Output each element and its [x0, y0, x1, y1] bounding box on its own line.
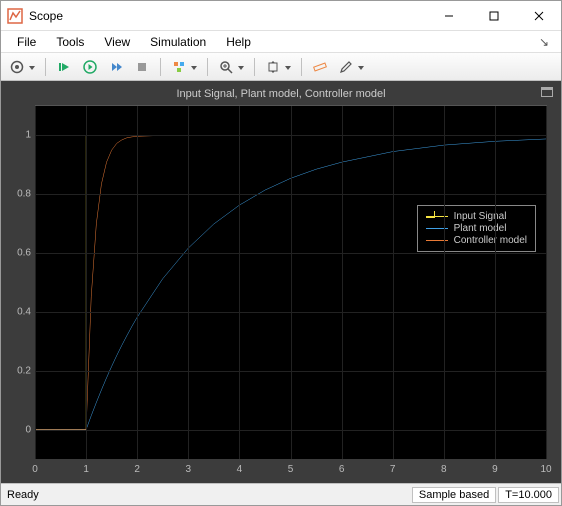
- maximize-axes-icon[interactable]: [541, 87, 553, 97]
- x-tick-label: 2: [134, 464, 140, 475]
- menu-file[interactable]: File: [7, 33, 46, 51]
- zoom-icon: [219, 60, 233, 74]
- y-tick-label: 0.6: [7, 248, 31, 259]
- x-tick-label: 10: [540, 464, 551, 475]
- stop-icon: [135, 60, 149, 74]
- play-icon: [83, 60, 97, 74]
- x-tick-label: 5: [288, 464, 294, 475]
- gear-icon: [10, 60, 24, 74]
- menu-help[interactable]: Help: [216, 33, 261, 51]
- run-button[interactable]: [78, 56, 102, 78]
- plot-area: Input Signal, Plant model, Controller mo…: [1, 81, 561, 483]
- x-tick-label: 6: [339, 464, 345, 475]
- menu-tools[interactable]: Tools: [46, 33, 94, 51]
- x-tick-label: 8: [441, 464, 447, 475]
- x-tick-label: 1: [83, 464, 89, 475]
- annotate-button[interactable]: [334, 56, 368, 78]
- x-tick-label: 4: [237, 464, 243, 475]
- step-forward-button[interactable]: [104, 56, 128, 78]
- y-tick-label: 0.8: [7, 189, 31, 200]
- legend-row: Input Signal: [426, 211, 527, 222]
- title-bar: Scope: [1, 1, 561, 31]
- autoscale-button[interactable]: [261, 56, 295, 78]
- status-time: T=10.000: [498, 487, 559, 503]
- legend-label: Controller model: [454, 235, 527, 246]
- y-tick-label: 1: [7, 130, 31, 141]
- status-text: Ready: [3, 489, 39, 501]
- autoscale-icon: [266, 60, 280, 74]
- window-title: Scope: [29, 9, 426, 23]
- toolbar: [1, 53, 561, 81]
- legend-row: Plant model: [426, 223, 527, 234]
- configure-button[interactable]: [5, 56, 39, 78]
- maximize-button[interactable]: [471, 1, 516, 30]
- menu-view[interactable]: View: [94, 33, 140, 51]
- minimize-button[interactable]: [426, 1, 471, 30]
- status-bar: Ready Sample based T=10.000: [1, 483, 561, 505]
- y-tick-label: 0: [7, 424, 31, 435]
- restart-button[interactable]: [52, 56, 76, 78]
- plot-title: Input Signal, Plant model, Controller mo…: [7, 87, 555, 103]
- step-icon: [109, 60, 123, 74]
- x-tick-label: 0: [32, 464, 38, 475]
- close-button[interactable]: [516, 1, 561, 30]
- stop-button[interactable]: [130, 56, 154, 78]
- scope-window: Scope File Tools View Simulation Help ↘: [0, 0, 562, 506]
- zoom-button[interactable]: [214, 56, 248, 78]
- toolbar-options-icon[interactable]: ↘: [533, 33, 555, 51]
- x-tick-label: 3: [186, 464, 192, 475]
- signals-icon: [172, 60, 186, 74]
- app-icon: [7, 8, 23, 24]
- menu-simulation[interactable]: Simulation: [140, 33, 216, 51]
- y-tick-label: 0.2: [7, 365, 31, 376]
- x-tick-label: 9: [492, 464, 498, 475]
- legend-label: Plant model: [454, 223, 507, 234]
- y-tick-label: 0.4: [7, 306, 31, 317]
- measure-button[interactable]: [308, 56, 332, 78]
- legend-label: Input Signal: [454, 211, 507, 222]
- menu-bar: File Tools View Simulation Help ↘: [1, 31, 561, 53]
- x-tick-label: 7: [390, 464, 396, 475]
- ruler-icon: [313, 60, 327, 74]
- chart-axes[interactable]: Input SignalPlant modelController model …: [35, 105, 547, 459]
- legend-row: Controller model: [426, 235, 527, 246]
- restart-icon: [57, 60, 71, 74]
- signals-button[interactable]: [167, 56, 201, 78]
- pencil-icon: [339, 60, 353, 74]
- legend[interactable]: Input SignalPlant modelController model: [417, 205, 536, 252]
- status-mode: Sample based: [412, 487, 496, 503]
